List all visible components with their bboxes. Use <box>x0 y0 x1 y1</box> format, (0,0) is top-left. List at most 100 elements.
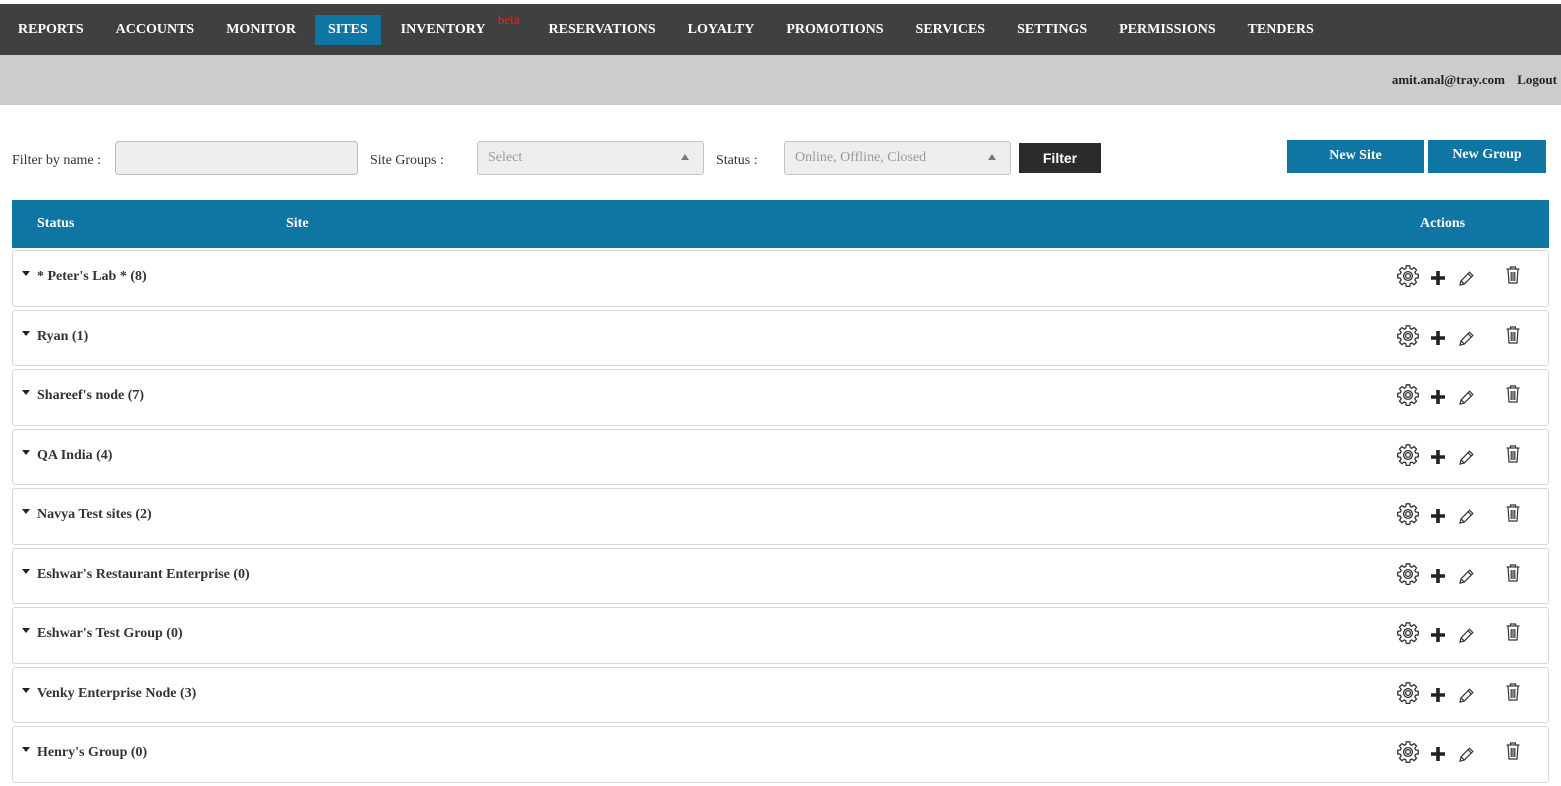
new-group-button[interactable]: New Group <box>1428 140 1546 173</box>
caret-down-icon[interactable] <box>22 687 30 693</box>
row-actions <box>1396 383 1520 412</box>
gear-icon[interactable] <box>1396 621 1420 650</box>
new-site-button[interactable]: New Site <box>1287 140 1424 173</box>
group-row: Henry's Group (0) <box>12 726 1549 783</box>
trash-icon[interactable] <box>1505 384 1521 409</box>
nav-item-reservations[interactable]: RESERVATIONS <box>533 15 672 45</box>
pencil-icon[interactable] <box>1458 687 1475 709</box>
status-placeholder: Online, Offline, Closed <box>795 150 927 165</box>
group-row: Navya Test sites (2) <box>12 488 1549 545</box>
group-name[interactable]: Eshwar's Restaurant Enterprise (0) <box>37 567 250 583</box>
nav-item-services[interactable]: SERVICES <box>900 15 1002 45</box>
group-row: * Peter's Lab * (8) <box>12 250 1549 307</box>
nav-item-sites[interactable]: SITES <box>314 14 381 45</box>
site-groups-label: Site Groups : <box>370 153 444 168</box>
nav-item-settings[interactable]: SETTINGS <box>1001 15 1103 45</box>
pencil-icon[interactable] <box>1458 508 1475 530</box>
group-row: Ryan (1) <box>12 309 1549 366</box>
pencil-icon[interactable] <box>1458 627 1475 649</box>
group-name[interactable]: Henry's Group (0) <box>37 745 147 761</box>
plus-icon[interactable] <box>1430 270 1446 291</box>
row-actions <box>1396 740 1520 769</box>
filter-button[interactable]: Filter <box>1019 143 1101 173</box>
gear-icon[interactable] <box>1396 443 1420 472</box>
pencil-icon[interactable] <box>1458 330 1475 352</box>
filter-name-label: Filter by name : <box>12 153 102 168</box>
gear-icon[interactable] <box>1396 324 1420 353</box>
header-site: Site <box>286 216 309 231</box>
group-name[interactable]: Venky Enterprise Node (3) <box>37 686 196 702</box>
caret-down-icon[interactable] <box>22 628 30 633</box>
nav-item-inventory[interactable]: INVENTORY beta <box>385 12 520 45</box>
group-name[interactable]: Shareef's node (7) <box>37 388 144 404</box>
gear-icon[interactable] <box>1396 383 1420 412</box>
pencil-icon[interactable] <box>1458 568 1475 590</box>
trash-icon[interactable] <box>1505 265 1521 290</box>
plus-icon[interactable] <box>1430 330 1446 351</box>
caret-down-icon[interactable] <box>22 568 30 574</box>
user-bar: amit.anal@tray.com Logout <box>0 55 1561 105</box>
row-actions <box>1396 264 1520 293</box>
caret-down-icon[interactable] <box>22 509 30 514</box>
nav-item-promotions[interactable]: PROMOTIONS <box>770 15 899 45</box>
trash-icon[interactable] <box>1505 682 1521 707</box>
nav-item-inventory-label: INVENTORY <box>400 21 486 37</box>
gear-icon[interactable] <box>1396 681 1420 710</box>
status-arrow-icon <box>988 154 996 160</box>
pencil-icon[interactable] <box>1458 270 1475 292</box>
trash-icon[interactable] <box>1505 563 1521 588</box>
user-email: amit.anal@tray.com <box>1391 72 1505 87</box>
row-actions <box>1396 681 1520 710</box>
trash-icon[interactable] <box>1505 503 1521 528</box>
trash-icon[interactable] <box>1505 444 1521 469</box>
plus-icon[interactable] <box>1430 687 1446 708</box>
nav-item-loyalty[interactable]: LOYALTY <box>672 15 771 45</box>
gear-icon[interactable] <box>1396 502 1420 531</box>
trash-icon[interactable] <box>1505 741 1521 766</box>
nav-item-permissions[interactable]: PERMISSIONS <box>1103 15 1231 45</box>
group-name[interactable]: Eshwar's Test Group (0) <box>37 626 183 642</box>
caret-down-icon[interactable] <box>22 271 30 276</box>
filter-name-input[interactable] <box>115 141 358 175</box>
table-header: Status Site Actions <box>12 200 1549 248</box>
group-name[interactable]: Ryan (1) <box>37 329 88 345</box>
trash-icon[interactable] <box>1505 325 1521 350</box>
nav-item-monitor[interactable]: MONITOR <box>210 15 312 45</box>
plus-icon[interactable] <box>1430 389 1446 410</box>
row-actions <box>1396 324 1520 353</box>
nav-item-reports[interactable]: REPORTS <box>2 15 100 45</box>
gear-icon[interactable] <box>1396 562 1420 591</box>
group-row: QA India (4) <box>12 428 1549 485</box>
nav-item-tenders[interactable]: TENDERS <box>1232 15 1330 45</box>
main-nav: REPORTS ACCOUNTS MONITOR SITES INVENTORY… <box>0 4 1561 55</box>
site-groups-select[interactable]: Select <box>477 141 704 175</box>
caret-down-icon[interactable] <box>22 449 30 455</box>
caret-down-icon[interactable] <box>22 747 30 752</box>
plus-icon[interactable] <box>1430 449 1446 470</box>
caret-down-icon[interactable] <box>22 390 30 395</box>
plus-icon[interactable] <box>1430 568 1446 589</box>
status-select[interactable]: Online, Offline, Closed <box>784 141 1011 175</box>
logout-link[interactable]: Logout <box>1517 72 1557 88</box>
group-name[interactable]: QA India (4) <box>37 448 112 464</box>
row-actions <box>1396 443 1520 472</box>
pencil-icon[interactable] <box>1458 389 1475 411</box>
group-name[interactable]: Navya Test sites (2) <box>37 507 152 523</box>
plus-icon[interactable] <box>1430 746 1446 767</box>
site-groups-arrow-icon <box>681 154 689 160</box>
pencil-icon[interactable] <box>1458 449 1475 471</box>
trash-icon[interactable] <box>1505 622 1521 647</box>
group-name[interactable]: * Peter's Lab * (8) <box>37 269 147 285</box>
status-label: Status : <box>716 153 758 168</box>
filter-bar: Filter by name : Site Groups : Select St… <box>0 140 1561 176</box>
group-row: Venky Enterprise Node (3) <box>12 666 1549 723</box>
plus-icon[interactable] <box>1430 508 1446 529</box>
caret-down-icon[interactable] <box>22 330 30 336</box>
group-row: Eshwar's Test Group (0) <box>12 607 1549 664</box>
pencil-icon[interactable] <box>1458 746 1475 768</box>
plus-icon[interactable] <box>1430 627 1446 648</box>
gear-icon[interactable] <box>1396 740 1420 769</box>
nav-item-accounts[interactable]: ACCOUNTS <box>100 15 211 45</box>
header-actions: Actions <box>1420 216 1466 231</box>
gear-icon[interactable] <box>1396 264 1420 293</box>
